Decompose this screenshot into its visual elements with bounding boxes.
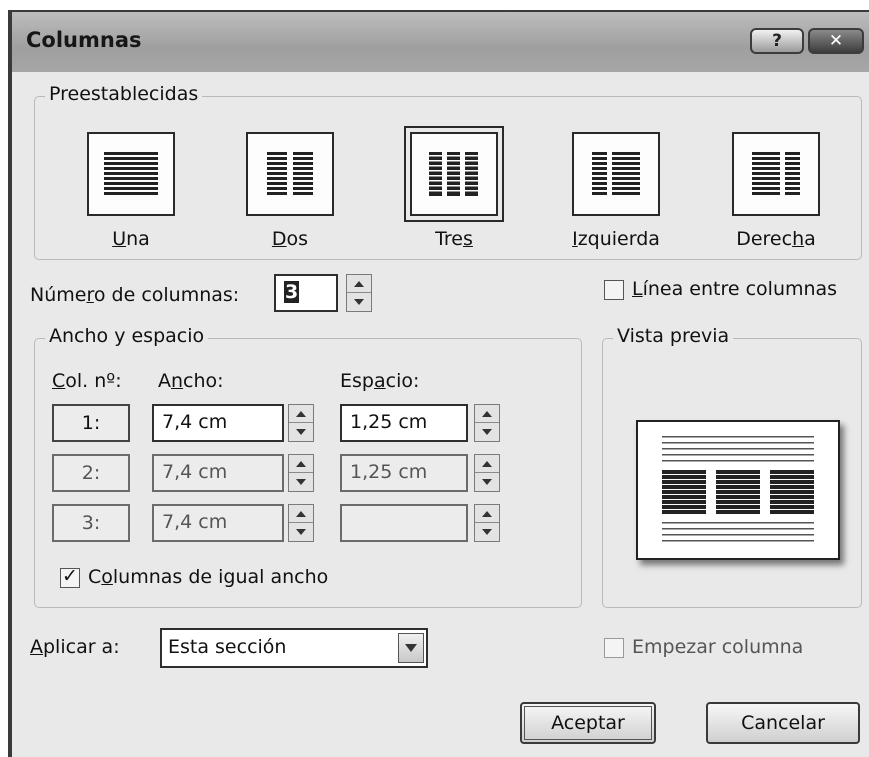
- preset-one-button[interactable]: [87, 132, 175, 216]
- presets-legend: Preestablecidas: [45, 83, 203, 105]
- preset-two-button[interactable]: [246, 132, 334, 216]
- width-spacing-legend: Ancho y espacio: [45, 325, 209, 347]
- preset-right-button[interactable]: [732, 132, 820, 216]
- spin-up-icon[interactable]: [347, 275, 371, 293]
- apply-to-label: Aplicar a:: [30, 636, 120, 658]
- spin-down-icon[interactable]: [289, 473, 313, 491]
- preset-one-label: Una: [112, 228, 150, 250]
- close-icon: ✕: [828, 31, 844, 51]
- preset-two-label: Dos: [271, 228, 309, 250]
- checkmark-icon: ✓: [62, 565, 78, 587]
- line-between-label: Línea entre columnas: [632, 278, 838, 300]
- width-input-3[interactable]: 7,4 cm: [152, 504, 284, 542]
- ok-button[interactable]: Aceptar: [520, 702, 656, 744]
- equal-width-checkbox[interactable]: ✓: [60, 565, 80, 588]
- spin-down-icon[interactable]: [475, 473, 499, 491]
- spin-up-icon[interactable]: [289, 455, 313, 473]
- spacing-header: Espacio:: [340, 370, 420, 392]
- apply-to-select[interactable]: Esta sección: [160, 628, 428, 668]
- col-number-3: 3:: [52, 504, 130, 542]
- spacing-input-2[interactable]: 1,25 cm: [340, 454, 468, 492]
- col-number-1: 1:: [52, 404, 130, 442]
- preset-left-label: Izquierda: [572, 228, 660, 250]
- num-columns-spinner[interactable]: [346, 274, 372, 312]
- cancel-button[interactable]: Cancelar: [706, 702, 860, 744]
- spacing-spinner-3[interactable]: [474, 504, 500, 542]
- spacing-spinner-1[interactable]: [474, 404, 500, 442]
- help-icon: ?: [772, 31, 782, 51]
- col-number-2: 2:: [52, 454, 130, 492]
- col-number-header: Col. nº:: [52, 370, 122, 392]
- spin-down-icon[interactable]: [289, 423, 313, 441]
- spacing-input-1[interactable]: 1,25 cm: [340, 404, 468, 442]
- spin-down-icon[interactable]: [347, 293, 371, 311]
- preview-layout-icon: [662, 436, 814, 542]
- start-column-checkbox[interactable]: [604, 638, 624, 658]
- right-column-icon: [752, 152, 800, 195]
- chevron-down-icon[interactable]: [398, 633, 424, 663]
- spin-down-icon[interactable]: [289, 523, 313, 541]
- num-columns-label: Número de columnas:: [30, 284, 240, 306]
- num-columns-input[interactable]: 3: [274, 274, 338, 312]
- preview-legend: Vista previa: [613, 325, 734, 347]
- help-button[interactable]: ?: [750, 28, 804, 54]
- title-bar: Columnas ? ✕: [12, 12, 869, 72]
- width-spinner-1[interactable]: [288, 404, 314, 442]
- preset-three-button[interactable]: [404, 126, 504, 222]
- spin-up-icon[interactable]: [475, 455, 499, 473]
- spin-up-icon[interactable]: [475, 405, 499, 423]
- one-column-icon: [104, 152, 158, 195]
- spin-up-icon[interactable]: [475, 505, 499, 523]
- dialog-title: Columnas: [26, 28, 142, 52]
- spin-up-icon[interactable]: [289, 405, 313, 423]
- equal-width-label: Columnas de igual ancho: [88, 566, 329, 588]
- preset-right-label: Derecha: [736, 228, 816, 250]
- spin-down-icon[interactable]: [475, 523, 499, 541]
- num-columns-value: 3: [284, 281, 300, 303]
- spacing-spinner-2[interactable]: [474, 454, 500, 492]
- two-columns-icon: [267, 152, 313, 195]
- close-button[interactable]: ✕: [808, 28, 864, 54]
- width-spinner-2[interactable]: [288, 454, 314, 492]
- width-header: Ancho:: [158, 370, 224, 392]
- width-input-1[interactable]: 7,4 cm: [152, 404, 284, 442]
- width-input-2[interactable]: 7,4 cm: [152, 454, 284, 492]
- columns-dialog: Columnas ? ✕ Preestablecidas Una Dos Tre…: [8, 10, 869, 757]
- line-between-checkbox[interactable]: [604, 280, 624, 300]
- left-column-icon: [592, 152, 640, 195]
- spacing-input-3[interactable]: [340, 504, 468, 542]
- preset-left-button[interactable]: [572, 132, 660, 216]
- three-columns-icon: [429, 152, 478, 196]
- start-column-label: Empezar columna: [632, 636, 804, 658]
- apply-to-value: Esta sección: [168, 636, 287, 658]
- preset-three-label: Tres: [435, 228, 473, 250]
- spin-up-icon[interactable]: [289, 505, 313, 523]
- spin-down-icon[interactable]: [475, 423, 499, 441]
- width-spinner-3[interactable]: [288, 504, 314, 542]
- preview-page: [636, 420, 840, 560]
